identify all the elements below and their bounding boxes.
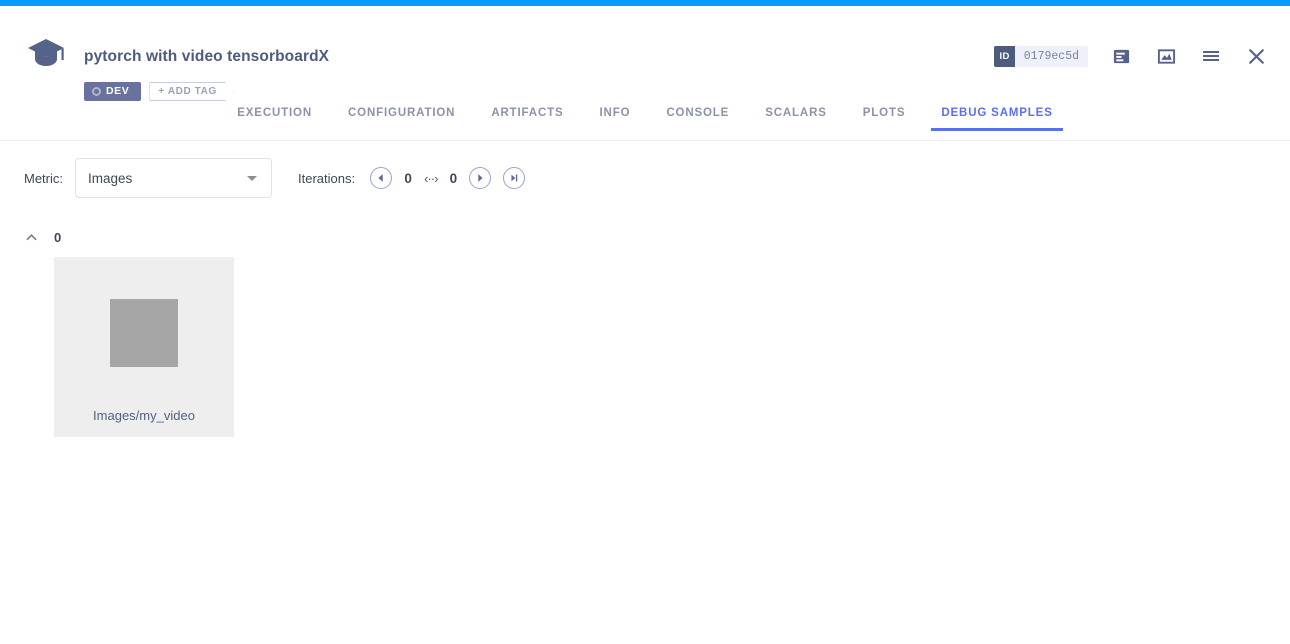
- debug-sample-caption: Images/my_video: [93, 408, 195, 437]
- task-id-label: ID: [994, 46, 1014, 67]
- previous-iteration-button[interactable]: [370, 167, 392, 189]
- last-iteration-button[interactable]: [503, 167, 525, 189]
- tab-scalars[interactable]: SCALARS: [747, 101, 845, 131]
- add-tag-button[interactable]: + ADD TAG: [149, 82, 233, 101]
- metric-select[interactable]: Images: [75, 158, 272, 198]
- close-icon[interactable]: [1244, 44, 1268, 68]
- log-bars-icon[interactable]: [1109, 44, 1133, 68]
- iteration-controls: 0 ‹··› 0: [370, 167, 525, 189]
- tab-info[interactable]: INFO: [582, 101, 649, 131]
- debug-sample-card[interactable]: Images/my_video: [54, 257, 234, 437]
- image-placeholder-icon: [110, 299, 178, 367]
- task-id-badge[interactable]: ID 0179ec5d: [994, 46, 1088, 67]
- tab-debug-samples[interactable]: DEBUG SAMPLES: [923, 101, 1070, 131]
- iteration-from-value: 0: [404, 171, 412, 186]
- tag-list: DEV + ADD TAG: [84, 82, 234, 101]
- tab-configuration[interactable]: CONFIGURATION: [330, 101, 473, 131]
- graduation-cap-icon: [26, 36, 66, 70]
- next-iteration-button[interactable]: [469, 167, 491, 189]
- tab-bar: EXECUTION CONFIGURATION ARTIFACTS INFO C…: [0, 101, 1290, 141]
- chevron-down-icon: [247, 176, 257, 181]
- tab-execution[interactable]: EXECUTION: [219, 101, 330, 131]
- tab-artifacts[interactable]: ARTIFACTS: [473, 101, 581, 131]
- tab-plots[interactable]: PLOTS: [845, 101, 924, 131]
- page-header: pytorch with video tensorboardX DEV + AD…: [0, 6, 1290, 101]
- tag-dev[interactable]: DEV: [84, 82, 141, 101]
- task-id-value: 0179ec5d: [1015, 50, 1088, 63]
- tag-dev-label: DEV: [106, 82, 129, 101]
- metric-select-value: Images: [88, 171, 132, 186]
- sample-group-header[interactable]: 0: [24, 230, 61, 245]
- tag-dot-icon: [92, 87, 101, 96]
- metric-label: Metric:: [24, 171, 63, 186]
- iterations-label: Iterations:: [298, 171, 355, 186]
- debug-samples-page: COMPLETED pytorch with video tensorboard…: [0, 0, 1290, 644]
- framed-image-icon[interactable]: [1154, 44, 1178, 68]
- samples-toolbar: Metric: Images Iterations: 0 ‹··› 0: [0, 155, 1290, 201]
- debug-sample-thumbnail: [54, 257, 234, 408]
- header-actions: ID 0179ec5d: [994, 44, 1268, 68]
- sample-group-title: 0: [54, 230, 61, 245]
- iteration-to-value: 0: [449, 171, 457, 186]
- iteration-range-icon: ‹··›: [424, 171, 437, 186]
- tab-console[interactable]: CONSOLE: [648, 101, 747, 131]
- chevron-up-icon: [24, 231, 38, 245]
- page-title: pytorch with video tensorboardX: [84, 48, 329, 66]
- hamburger-icon[interactable]: [1199, 44, 1223, 68]
